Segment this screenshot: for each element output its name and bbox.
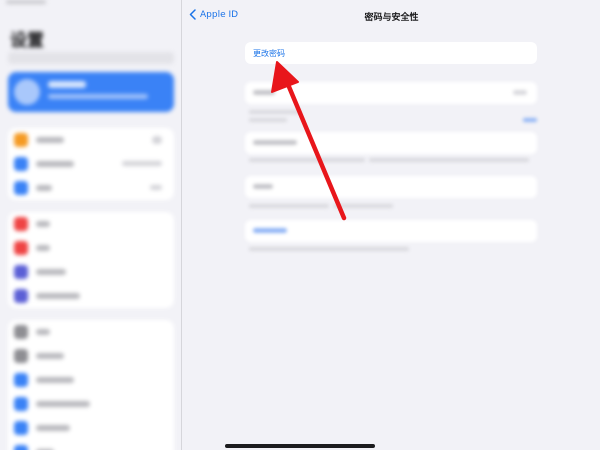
screen-time-icon [14,289,28,303]
sidebar-item[interactable] [8,236,174,260]
accessibility-icon [14,421,28,435]
sidebar-group-general [8,320,174,450]
sidebar-item[interactable] [8,260,174,284]
sounds-icon [14,241,28,255]
two-factor-row[interactable] [245,82,537,104]
status-bar-remnant [6,0,46,4]
sidebar-blurred-content: 设置 [0,0,181,450]
page-title: 密码与安全性 [364,13,419,23]
sidebar-apple-id-profile[interactable] [8,72,174,112]
sidebar-group-connectivity [8,128,174,200]
sidebar-item[interactable] [8,416,174,440]
home-indicator[interactable] [225,444,375,448]
focus-icon [14,265,28,279]
change-password-label[interactable]: 更改密码 [253,48,285,59]
section-footer [249,110,301,114]
sidebar-title: 设置 [10,31,44,51]
sidebar-item[interactable] [8,392,174,416]
change-password-row[interactable]: 更改密码 [245,42,537,64]
sidebar-item[interactable] [8,176,174,200]
general-icon [14,325,28,339]
wallpaper-icon [14,445,28,450]
section-footer [249,247,409,251]
recovery-row[interactable] [245,220,537,242]
sidebar-group-notifications [8,212,174,308]
sidebar-item[interactable] [8,344,174,368]
toggle[interactable] [152,136,162,144]
get-code-row[interactable] [245,176,537,198]
home-screen-icon [14,397,28,411]
sidebar-item[interactable] [8,368,174,392]
section-footer [249,204,329,208]
section-footer [249,158,365,162]
sidebar-search-field[interactable] [8,52,174,64]
bluetooth-icon [14,181,28,195]
display-icon [14,373,28,387]
sidebar-item[interactable] [8,284,174,308]
sidebar-item[interactable] [8,128,174,152]
notifications-icon [14,217,28,231]
sidebar-item[interactable] [8,152,174,176]
sidebar: 设置 [0,0,182,450]
detail-pane: Apple ID 密码与安全性 更改密码 [183,0,600,450]
profile-subtitle-placeholder [48,94,148,99]
control-center-icon [14,349,28,363]
airplane-mode-icon [14,133,28,147]
sidebar-item[interactable] [8,320,174,344]
wifi-icon [14,157,28,171]
sidebar-item[interactable] [8,440,174,450]
sidebar-item[interactable] [8,212,174,236]
avatar [14,79,40,105]
trusted-number-row[interactable] [245,132,537,154]
learn-more-link[interactable] [523,118,537,122]
profile-name-placeholder [48,81,86,88]
